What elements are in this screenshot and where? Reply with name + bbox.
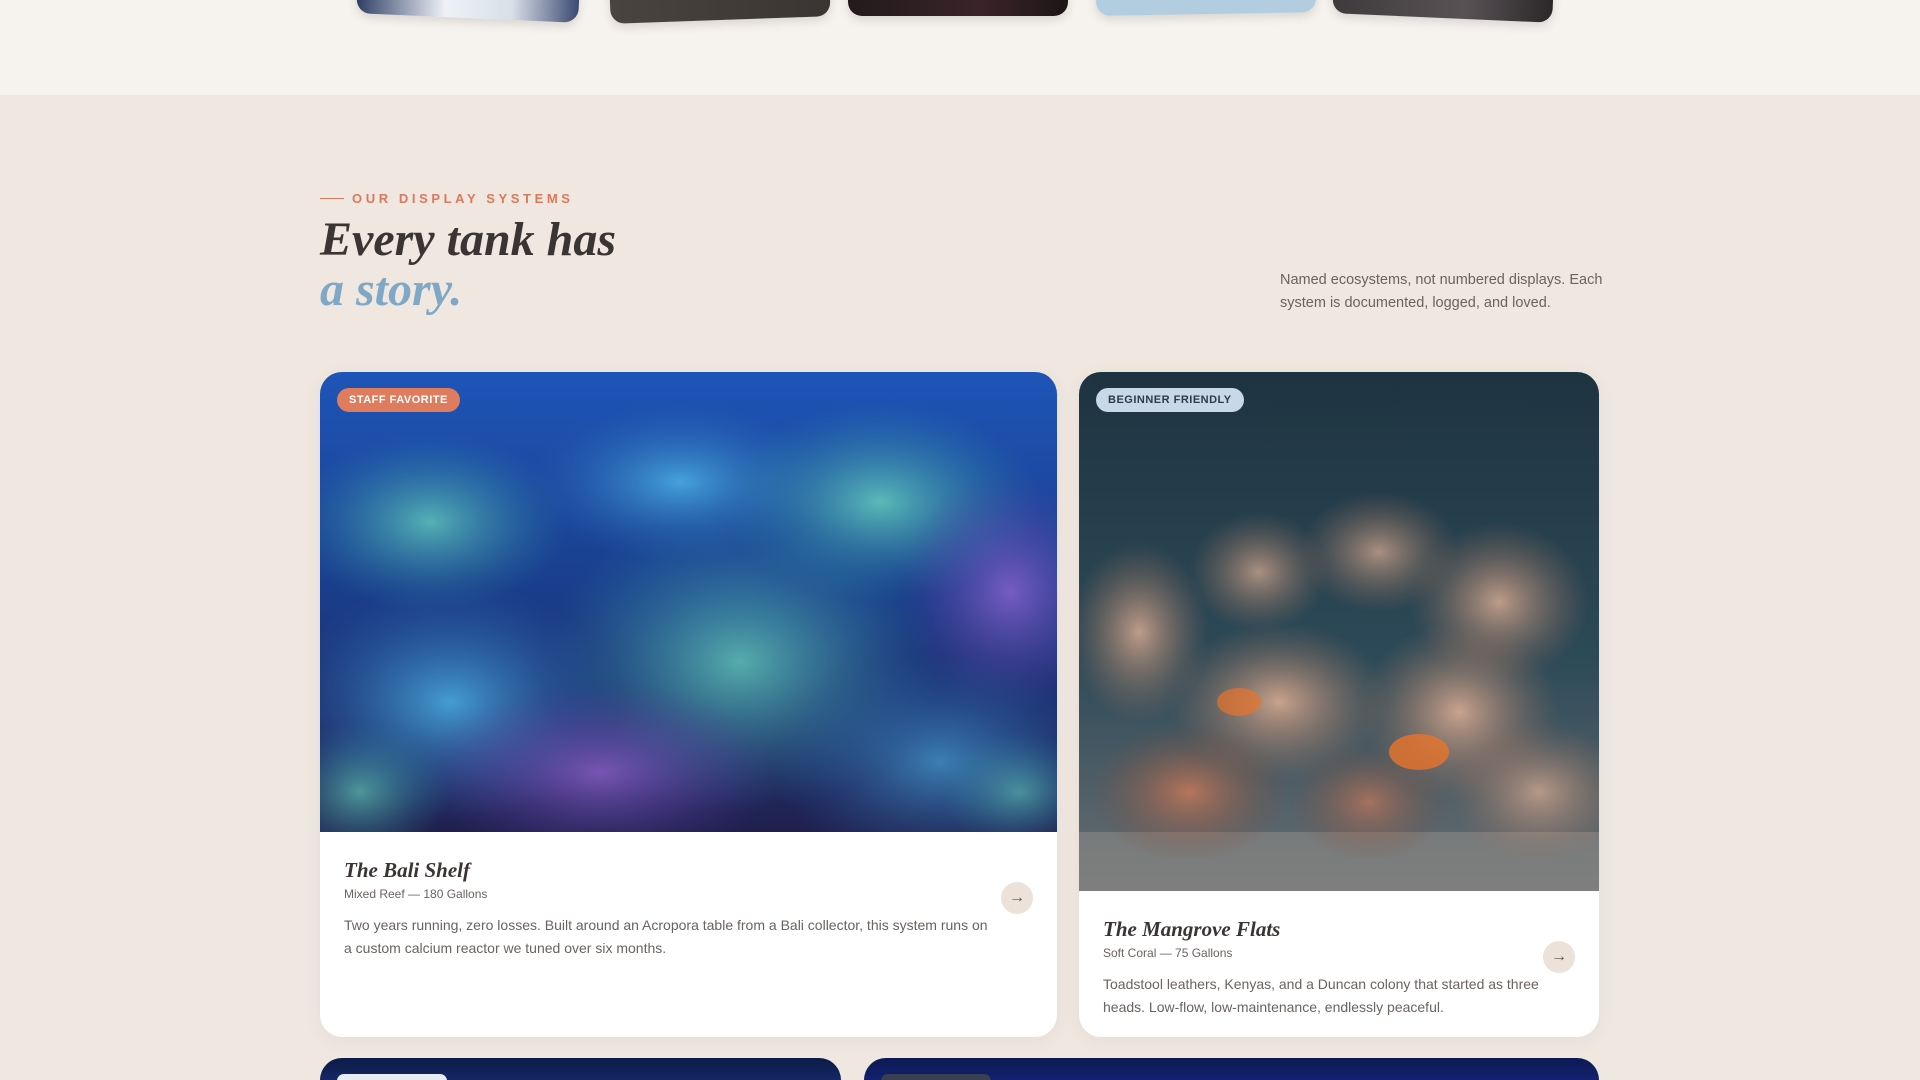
section-title: Every tank has a story. <box>320 215 616 315</box>
gallery-strip <box>0 0 1920 95</box>
gallery-thumbnail[interactable] <box>356 0 580 23</box>
arrow-right-icon: → <box>1551 948 1567 965</box>
section-eyebrow: OUR DISPLAY SYSTEMS <box>320 191 574 206</box>
card-body: The Mangrove Flats Soft Coral — 75 Gallo… <box>1079 917 1599 1019</box>
section-title-line-1: Every tank has <box>320 213 617 266</box>
section-intro: Named ecosystems, not numbered displays.… <box>1280 272 1603 311</box>
tank-card[interactable]: BEGINNER FRIENDLY The Mangrove Flats Sof… <box>1079 372 1599 1037</box>
eyebrow-divider <box>320 197 344 200</box>
tank-card[interactable]: STAFF FAVORITE The Bali Shelf Mixed Reef… <box>320 372 1057 1037</box>
card-subtitle: Mixed Reef — 180 Gallons <box>344 887 488 901</box>
arrow-right-icon: → <box>1009 889 1025 906</box>
tank-card-partial[interactable] <box>864 1058 1599 1080</box>
card-description: Two years running, zero losses. Built ar… <box>344 917 988 956</box>
card-link-button[interactable]: → <box>1001 882 1033 914</box>
gallery-thumbnail[interactable] <box>1095 0 1317 16</box>
card-badge: STAFF FAVORITE <box>337 388 460 412</box>
card-subtitle: Soft Coral — 75 Gallons <box>1103 946 1233 960</box>
gallery-thumbnail[interactable] <box>1332 0 1554 23</box>
gallery-thumbnail[interactable] <box>609 0 831 24</box>
card-badge: BEGINNER FRIENDLY <box>1096 388 1244 412</box>
gallery-thumbnail[interactable] <box>848 0 1068 16</box>
eyebrow-label: OUR DISPLAY SYSTEMS <box>352 191 574 206</box>
section-title-line-2: a story. <box>320 263 463 316</box>
tank-photo: STAFF FAVORITE <box>320 372 1057 832</box>
card-body: The Bali Shelf Mixed Reef — 180 Gallons … <box>320 858 1057 960</box>
tank-card-partial[interactable] <box>320 1058 841 1080</box>
card-description: Toadstool leathers, Kenyas, and a Duncan… <box>1103 976 1539 1015</box>
card-title[interactable]: The Mangrove Flats <box>1103 917 1575 942</box>
card-title[interactable]: The Bali Shelf <box>344 858 1033 883</box>
card-badge-partial <box>881 1074 991 1080</box>
tank-photo: BEGINNER FRIENDLY <box>1079 372 1599 891</box>
card-badge-partial <box>337 1074 447 1080</box>
card-link-button[interactable]: → <box>1543 941 1575 973</box>
